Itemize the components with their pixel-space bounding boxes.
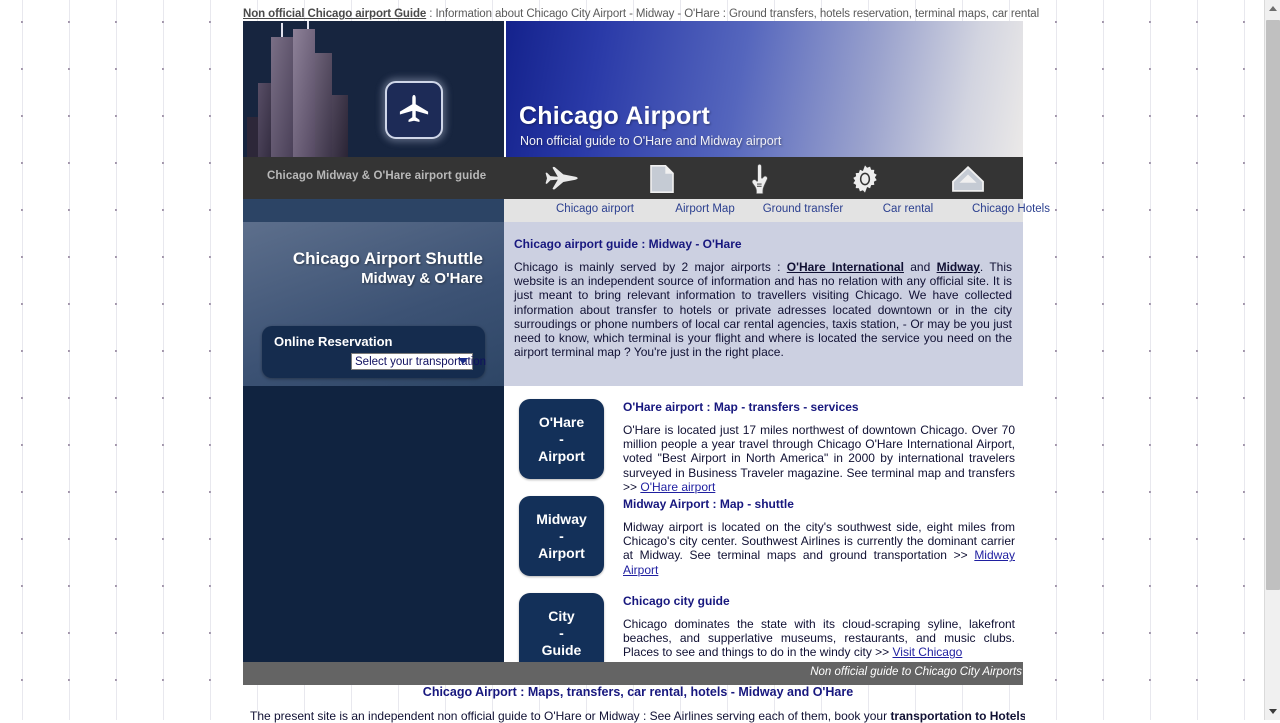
gear-icon[interactable] xyxy=(828,162,902,195)
badge-line-3: Guide xyxy=(541,641,582,658)
airplane-icon[interactable] xyxy=(523,162,597,195)
banner-title-area: Chicago Airport Non official guide to O'… xyxy=(504,21,1023,157)
badge-line-2: - xyxy=(559,624,564,641)
link-visit-chicago[interactable]: Visit Chicago xyxy=(893,645,963,659)
section-title-city-guide: Chicago city guide xyxy=(623,594,730,608)
section-body-ohare: O'Hare is located just 17 miles northwes… xyxy=(623,423,1015,494)
below-fold-text-part1: The present site is an independent non o… xyxy=(250,709,891,723)
banner-subheading: Non official guide to O'Hare and Midway … xyxy=(520,134,782,148)
intro-panel: Chicago airport guide : Midway - O'Hare … xyxy=(504,222,1023,386)
badge-midway-airport[interactable]: Midway - Airport xyxy=(519,496,604,576)
section-title-ohare: O'Hare airport : Map - transfers - servi… xyxy=(623,400,859,414)
badge-ohare-airport[interactable]: O'Hare - Airport xyxy=(519,399,604,479)
link-midway[interactable]: Midway xyxy=(937,260,980,274)
intro-text-part2: and xyxy=(903,260,937,274)
page-body: Chicago Airport Shuttle Midway & O'Hare … xyxy=(243,222,1023,673)
site-container: Chicago Airport Non official guide to O'… xyxy=(243,21,1050,685)
main-content: Chicago airport guide : Midway - O'Hare … xyxy=(504,222,1023,673)
footer-bar: Non official guide to Chicago City Airpo… xyxy=(243,662,1023,685)
sidebar: Chicago Airport Shuttle Midway & O'Hare … xyxy=(243,222,504,662)
section-body-city-guide: Chicago dominates the state with its clo… xyxy=(623,617,1015,660)
badge-line-3: Airport xyxy=(538,544,585,561)
link-ohare-international[interactable]: O'Hare International xyxy=(787,260,904,274)
document-title-line: Non official Chicago airport Guide : Inf… xyxy=(243,8,1039,20)
document-title-strong: Non official Chicago airport Guide xyxy=(243,8,427,20)
intro-text: Chicago is mainly served by 2 major airp… xyxy=(514,260,1012,359)
chevron-down-icon xyxy=(458,358,468,364)
intro-text-part1: Chicago is mainly served by 2 major airp… xyxy=(514,260,787,274)
section-body-midway: Midway airport is located on the city's … xyxy=(623,520,1015,577)
footer-bar-text: Non official guide to Chicago City Airpo… xyxy=(810,666,1022,678)
badge-line-1: City xyxy=(548,607,575,624)
online-reservation-title: Online Reservation xyxy=(274,334,393,349)
below-fold-text: The present site is an independent non o… xyxy=(250,709,1025,723)
airplane-icon xyxy=(385,81,443,139)
sidebar-heading: Chicago Airport Shuttle xyxy=(292,249,483,268)
navlabels-left-fill xyxy=(243,199,504,222)
document-icon[interactable] xyxy=(625,162,699,195)
document-title-rest: : Information about Chicago City Airport… xyxy=(426,8,1040,20)
badge-line-2: - xyxy=(559,527,564,544)
online-reservation-box: Online Reservation Select your transport… xyxy=(262,326,486,378)
badge-line-1: Midway xyxy=(536,510,587,527)
intro-title: Chicago airport guide : Midway - O'Hare xyxy=(514,237,742,251)
nav-link-chicago-hotels[interactable]: Chicago Hotels xyxy=(931,203,1091,215)
transportation-select[interactable]: Select your transportation xyxy=(351,353,486,370)
badge-line-3: Airport xyxy=(538,447,585,464)
banner-heading: Chicago Airport xyxy=(519,102,710,130)
below-fold-title: Chicago Airport : Maps, transfers, car r… xyxy=(422,685,854,699)
section-title-midway: Midway Airport : Map - shuttle xyxy=(623,497,794,511)
nav-tagline: Chicago Midway & O'Hare airport guide xyxy=(267,170,487,182)
navigation-labels-row: Chicago airport Airport Map Ground trans… xyxy=(243,199,1050,222)
navigation-bar: Chicago Midway & O'Hare airport guide xyxy=(243,157,1023,199)
willis-tower-photo xyxy=(243,21,504,157)
section-body-text: Midway airport is located on the city's … xyxy=(623,520,1015,563)
badge-line-1: O'Hare xyxy=(538,413,585,430)
house-icon[interactable] xyxy=(931,162,1005,195)
scrollbar-thumb[interactable] xyxy=(1266,20,1280,590)
scroll-down-arrow-icon[interactable] xyxy=(1265,703,1280,720)
badge-line-2: - xyxy=(559,430,564,447)
vertical-scrollbar[interactable] xyxy=(1264,0,1280,720)
intro-text-part3: . This website is an independent source … xyxy=(514,260,1013,360)
link-ohare-airport[interactable]: O'Hare airport xyxy=(640,480,715,494)
below-fold-text-bold: transportation to Hotels xyxy=(890,709,1025,723)
sidebar-subheading: Midway & O'Hare xyxy=(361,270,483,287)
pointing-hand-icon[interactable] xyxy=(724,162,798,195)
scroll-up-arrow-icon[interactable] xyxy=(1265,0,1280,17)
badge-city-guide[interactable]: City - Guide xyxy=(519,593,604,673)
sidebar-lower-panel xyxy=(243,386,504,662)
site-banner: Chicago Airport Non official guide to O'… xyxy=(243,21,1023,157)
